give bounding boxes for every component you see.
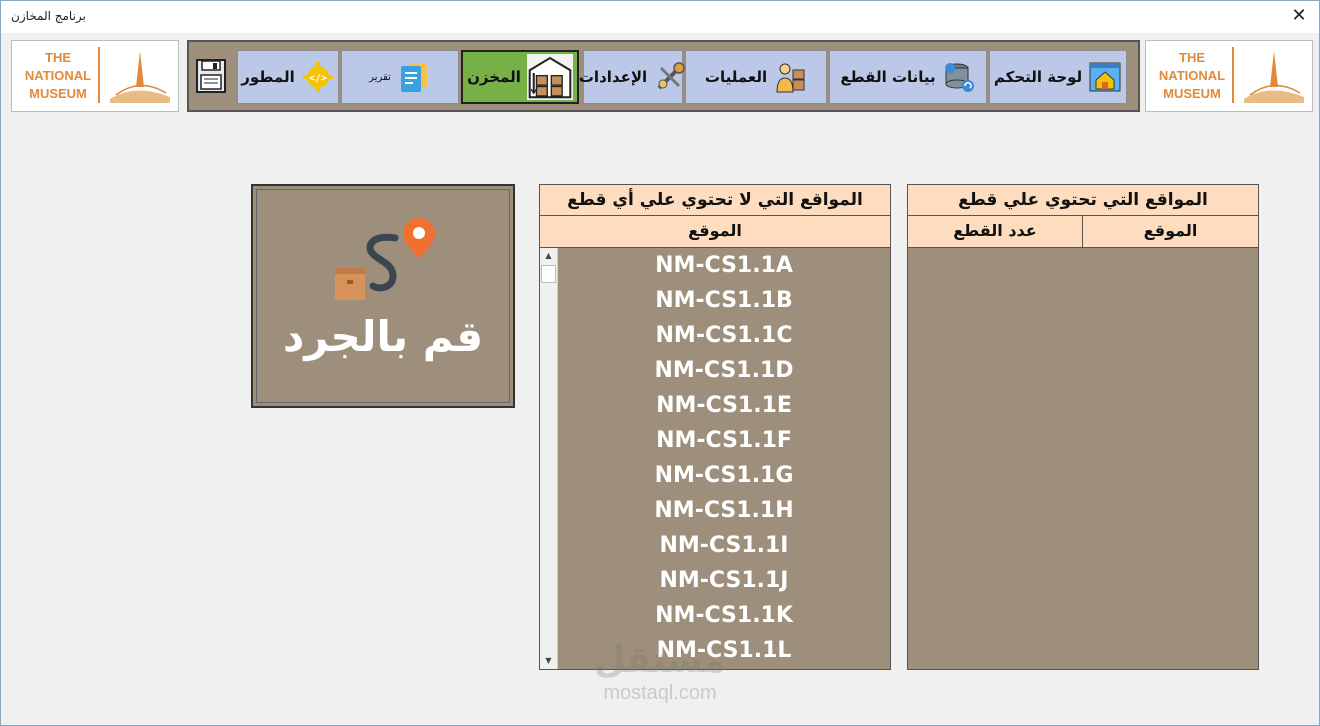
app-window: برنامج المخازن ✕ THE NATIONAL MUSEUM THE…	[0, 0, 1320, 726]
empty-locations-list[interactable]: NM-CS1.1A NM-CS1.1B NM-CS1.1C NM-CS1.1D …	[558, 248, 890, 669]
list-item[interactable]: NM-CS1.1G	[558, 458, 890, 493]
museum-logo-right: THE NATIONAL MUSEUM	[1145, 40, 1313, 112]
home-window-icon	[1089, 62, 1121, 92]
list-item[interactable]: NM-CS1.1H	[558, 493, 890, 528]
tab-operations-label: العمليات	[704, 68, 768, 86]
logo-line-national: NATIONAL	[24, 68, 92, 83]
tab-dashboard[interactable]: لوحة التحكم	[989, 50, 1127, 104]
list-item[interactable]: NM-CS1.1E	[558, 388, 890, 423]
logo-divider	[98, 47, 100, 103]
museum-logo-left: THE NATIONAL MUSEUM	[11, 40, 179, 112]
list-item[interactable]: NM-CS1.1D	[558, 353, 890, 388]
tab-dashboard-label: لوحة التحكم	[993, 68, 1083, 86]
logo-line-museum: MUSEUM	[29, 86, 87, 101]
filled-locations-title: المواقع التي تحتوي علي قطع	[908, 185, 1258, 216]
database-sync-icon	[944, 63, 974, 92]
report-icon	[400, 64, 427, 92]
floppy-disk-icon	[196, 59, 226, 93]
warehouse-icon	[526, 54, 573, 100]
tab-settings[interactable]: الإعدادات	[579, 50, 685, 104]
tab-settings-label: الإعدادات	[578, 68, 648, 86]
empty-locations-title: المواقع التي لا تحتوي علي أي قطع	[540, 185, 890, 216]
tab-pieces-data-label: بيانات القطع	[840, 68, 936, 86]
scroll-down-arrow[interactable]: ▼	[540, 653, 557, 669]
save-button[interactable]	[193, 46, 229, 106]
filled-locations-column-count: عدد القطع	[908, 216, 1083, 248]
logo-line-the: THE	[45, 50, 71, 65]
logo-text: THE NATIONAL MUSEUM	[20, 49, 96, 103]
empty-locations-scrollbar[interactable]: ▲ ▼	[540, 248, 558, 669]
tab-report-label: تقرير	[369, 71, 391, 83]
filled-locations-list[interactable]	[908, 248, 1258, 669]
logo-line-national: NATIONAL	[1158, 68, 1226, 83]
list-item[interactable]: NM-CS1.1A	[558, 248, 890, 283]
code-gear-icon: </>	[302, 62, 333, 92]
tab-warehouse-label: المخزن	[467, 68, 521, 86]
worker-boxes-icon	[776, 63, 805, 93]
list-item[interactable]: NM-CS1.1K	[558, 598, 890, 633]
tab-pieces-data[interactable]: بيانات القطع	[829, 50, 987, 104]
inventory-button[interactable]: قم بالجرد	[251, 184, 515, 408]
watermark-latin: mostaql.com	[603, 682, 717, 704]
title-bar: برنامج المخازن ✕	[1, 1, 1319, 33]
empty-locations-panel: المواقع التي لا تحتوي علي أي قطع الموقع …	[539, 184, 891, 670]
tab-operations[interactable]: العمليات	[685, 50, 827, 104]
list-item[interactable]: NM-CS1.1F	[558, 423, 890, 458]
filled-locations-column-location: الموقع	[1083, 216, 1258, 248]
tab-developer[interactable]: </> المطور	[237, 50, 339, 104]
logo-divider	[1232, 47, 1234, 103]
tools-icon	[657, 62, 685, 90]
scroll-up-arrow[interactable]: ▲	[540, 248, 557, 264]
logo-emblem-icon	[1244, 51, 1304, 103]
close-button[interactable]: ✕	[1287, 5, 1311, 27]
tab-developer-label: المطور	[241, 68, 295, 86]
main-toolbar: </> المطور تقرير المخزن الإعدادات العملي…	[187, 40, 1140, 112]
list-item[interactable]: NM-CS1.1L	[558, 633, 890, 668]
logo-emblem-icon	[110, 51, 170, 103]
route-pin-box-icon	[335, 218, 435, 300]
filled-locations-panel: المواقع التي تحتوي علي قطع الموقع عدد ال…	[907, 184, 1259, 670]
logo-text: THE NATIONAL MUSEUM	[1154, 49, 1230, 103]
window-title: برنامج المخازن	[11, 9, 86, 23]
list-item[interactable]: NM-CS1.1I	[558, 528, 890, 563]
empty-locations-column-location: الموقع	[540, 216, 890, 248]
logo-line-museum: MUSEUM	[1163, 86, 1221, 101]
inventory-label: قم بالجرد	[282, 312, 484, 361]
logo-line-the: THE	[1179, 50, 1205, 65]
svg-text:</>: </>	[309, 73, 327, 84]
scroll-thumb[interactable]	[541, 265, 556, 283]
list-item[interactable]: NM-CS1.1B	[558, 283, 890, 318]
list-item[interactable]: NM-CS1.1J	[558, 563, 890, 598]
list-item[interactable]: NM-CS1.1C	[558, 318, 890, 353]
tab-warehouse[interactable]: المخزن	[461, 50, 579, 104]
tab-report[interactable]: تقرير	[341, 50, 459, 104]
